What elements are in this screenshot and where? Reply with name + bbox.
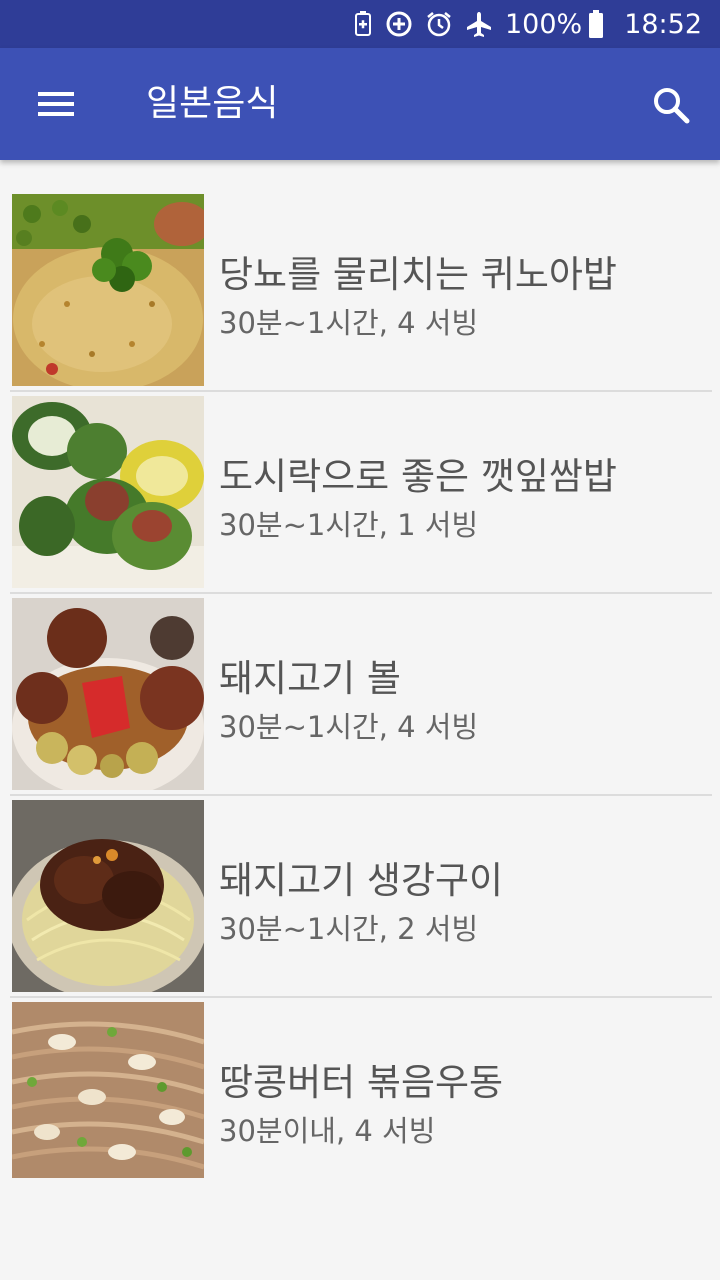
recipe-meta: 30분~1시간, 1 서빙 — [219, 508, 479, 542]
recipe-thumbnail — [12, 194, 204, 386]
recipe-title: 당뇨를 물리치는 퀴노아밥 — [219, 253, 617, 296]
recipe-thumbnail — [12, 598, 204, 790]
divider — [10, 996, 712, 998]
recipe-item[interactable]: 돼지고기 볼 30분~1시간, 4 서빙 — [0, 598, 720, 800]
recipe-item[interactable]: 땅콩버터 볶음우동 30분이내, 4 서빙 — [0, 1002, 720, 1204]
menu-button[interactable] — [30, 80, 82, 128]
recipe-meta: 30분~1시간, 2 서빙 — [219, 912, 479, 946]
recipe-item[interactable]: 도시락으로 좋은 깻잎쌈밥 30분~1시간, 1 서빙 — [0, 396, 720, 598]
recipe-title: 도시락으로 좋은 깻잎쌈밥 — [219, 455, 617, 498]
divider — [10, 390, 712, 392]
recipe-thumbnail — [12, 396, 204, 588]
recipe-item[interactable]: 돼지고기 생강구이 30분~1시간, 2 서빙 — [0, 800, 720, 1002]
recipe-list: 당뇨를 물리치는 퀴노아밥 30분~1시간, 4 서빙 도시락으로 좋은 깻잎쌈… — [0, 160, 720, 1204]
page-title: 일본음식 — [146, 83, 279, 124]
divider — [10, 592, 712, 594]
divider — [10, 794, 712, 796]
data-saver-icon — [385, 10, 413, 38]
battery-icon — [588, 10, 604, 38]
recipe-thumbnail — [12, 800, 204, 992]
recipe-title: 땅콩버터 볶음우동 — [219, 1061, 504, 1104]
recipe-meta: 30분~1시간, 4 서빙 — [219, 710, 479, 744]
battery-percent: 100% — [504, 8, 583, 40]
clock: 18:52 — [624, 8, 702, 40]
airplane-mode-icon — [465, 10, 493, 38]
status-bar: 100% 18:52 — [0, 0, 720, 48]
battery-saver-icon — [353, 11, 373, 37]
menu-icon — [38, 92, 74, 116]
recipe-item[interactable]: 당뇨를 물리치는 퀴노아밥 30분~1시간, 4 서빙 — [0, 194, 720, 396]
recipe-title: 돼지고기 생강구이 — [219, 859, 504, 902]
recipe-title: 돼지고기 볼 — [219, 657, 401, 700]
recipe-thumbnail — [12, 1002, 204, 1178]
app-bar: 일본음식 — [0, 48, 720, 160]
recipe-meta: 30분~1시간, 4 서빙 — [219, 306, 479, 340]
recipe-meta: 30분이내, 4 서빙 — [219, 1114, 436, 1148]
search-button[interactable] — [644, 78, 698, 132]
search-icon — [654, 88, 690, 124]
alarm-icon — [425, 10, 453, 38]
